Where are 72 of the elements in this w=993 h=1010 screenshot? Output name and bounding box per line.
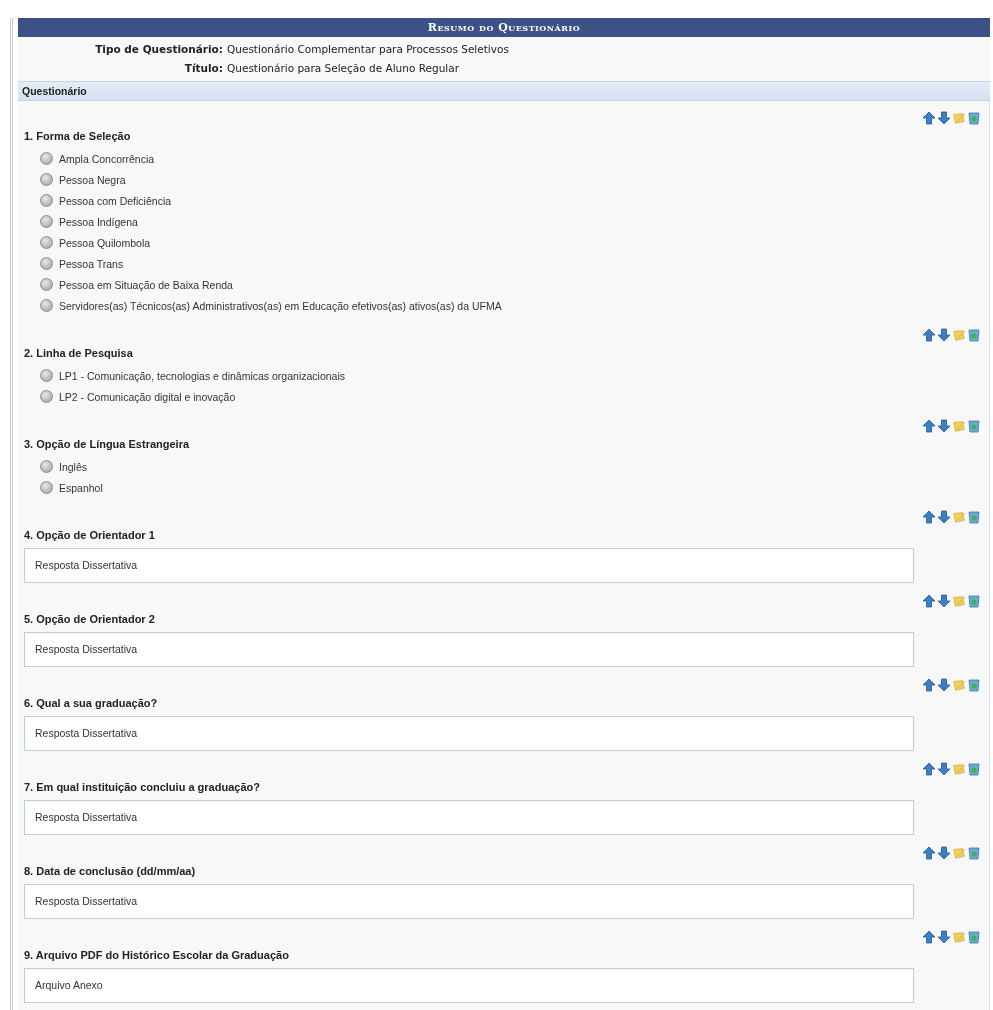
trash-icon[interactable] bbox=[967, 111, 981, 125]
up-arrow-icon[interactable] bbox=[922, 846, 936, 860]
up-arrow-icon[interactable] bbox=[922, 419, 936, 433]
down-arrow-icon[interactable] bbox=[937, 111, 951, 125]
answer-box: Resposta Dissertativa bbox=[24, 800, 914, 835]
option-label: Servidores(as) Técnicos(as) Administrativos(as) em Educação efetivos(as) ativos(as) da UFMA bbox=[59, 299, 502, 312]
panel-header: Resumo do Questionário bbox=[18, 18, 990, 37]
option-label: Pessoa Trans bbox=[59, 257, 124, 270]
radio-button[interactable] bbox=[40, 152, 53, 165]
radio-button[interactable] bbox=[40, 299, 53, 312]
trash-icon[interactable] bbox=[967, 678, 981, 692]
option-label: Pessoa Indígena bbox=[59, 215, 138, 228]
option-label: Espanhol bbox=[59, 481, 103, 494]
trash-icon[interactable] bbox=[967, 328, 981, 342]
option-label: LP1 - Comunicação, tecnologias e dinâmicas organizacionais bbox=[59, 369, 345, 382]
trash-icon[interactable] bbox=[967, 510, 981, 524]
option-label: Pessoa Negra bbox=[59, 173, 126, 186]
trash-icon[interactable] bbox=[967, 846, 981, 860]
question-title: 2. Linha de Pesquisa bbox=[24, 346, 134, 361]
up-arrow-icon[interactable] bbox=[922, 594, 936, 608]
up-arrow-icon[interactable] bbox=[922, 930, 936, 944]
trash-icon[interactable] bbox=[967, 930, 981, 944]
radio-button[interactable] bbox=[40, 369, 53, 382]
trash-icon[interactable] bbox=[967, 419, 981, 433]
down-arrow-icon[interactable] bbox=[937, 594, 951, 608]
up-arrow-icon[interactable] bbox=[922, 111, 936, 125]
question-title: 5. Opção de Orientador 2 bbox=[24, 612, 156, 627]
radio-button[interactable] bbox=[40, 460, 53, 473]
down-arrow-icon[interactable] bbox=[937, 762, 951, 776]
up-arrow-icon[interactable] bbox=[922, 678, 936, 692]
question-title: 6. Qual a sua graduação? bbox=[24, 696, 159, 711]
radio-button[interactable] bbox=[40, 173, 53, 186]
answer-box: Resposta Dissertativa bbox=[24, 716, 914, 751]
down-arrow-icon[interactable] bbox=[937, 419, 951, 433]
question-title: 8. Data de conclusão (dd/mm/aa) bbox=[24, 864, 197, 879]
trash-icon[interactable] bbox=[967, 594, 981, 608]
up-arrow-icon[interactable] bbox=[922, 510, 936, 524]
down-arrow-icon[interactable] bbox=[937, 678, 951, 692]
answer-box: Arquivo Anexo bbox=[24, 968, 914, 1003]
down-arrow-icon[interactable] bbox=[937, 328, 951, 342]
answer-box: Resposta Dissertativa bbox=[24, 884, 914, 919]
radio-button[interactable] bbox=[40, 236, 53, 249]
option-label: Pessoa com Deficiência bbox=[59, 194, 172, 207]
option-label: Pessoa Quilombola bbox=[59, 236, 151, 249]
radio-button[interactable] bbox=[40, 194, 53, 207]
question-title: 4. Opção de Orientador 1 bbox=[24, 528, 156, 543]
option-label: Pessoa em Situação de Baixa Renda bbox=[59, 278, 233, 291]
down-arrow-icon[interactable] bbox=[937, 846, 951, 860]
question-title: 1. Forma de Seleção bbox=[24, 129, 132, 144]
trash-icon[interactable] bbox=[967, 762, 981, 776]
info-label: Tipo de Questionário: bbox=[94, 42, 224, 55]
up-arrow-icon[interactable] bbox=[922, 762, 936, 776]
answer-box: Resposta Dissertativa bbox=[24, 548, 914, 583]
answer-box: Resposta Dissertativa bbox=[24, 632, 914, 667]
info-value: Questionário Complementar para Processos Seletivos bbox=[227, 42, 509, 55]
question-title: 7. Em qual instituição concluiu a graduação? bbox=[24, 780, 261, 795]
radio-button[interactable] bbox=[40, 257, 53, 270]
down-arrow-icon[interactable] bbox=[937, 930, 951, 944]
radio-button[interactable] bbox=[40, 278, 53, 291]
section-header: Questionário bbox=[18, 81, 990, 101]
option-label: Ampla Concorrência bbox=[59, 152, 155, 165]
up-arrow-icon[interactable] bbox=[922, 328, 936, 342]
option-label: LP2 - Comunicação digital e inovação bbox=[59, 390, 236, 403]
info-value: Questionário para Seleção de Aluno Regular bbox=[227, 61, 459, 74]
radio-button[interactable] bbox=[40, 481, 53, 494]
question-title: 3. Opção de Língua Estrangeira bbox=[24, 437, 191, 452]
down-arrow-icon[interactable] bbox=[937, 510, 951, 524]
radio-button[interactable] bbox=[40, 215, 53, 228]
question-title: 9. Arquivo PDF do Histórico Escolar da Graduação bbox=[24, 948, 290, 963]
radio-button[interactable] bbox=[40, 390, 53, 403]
info-label: Título: bbox=[183, 61, 224, 74]
option-label: Inglês bbox=[59, 460, 88, 473]
